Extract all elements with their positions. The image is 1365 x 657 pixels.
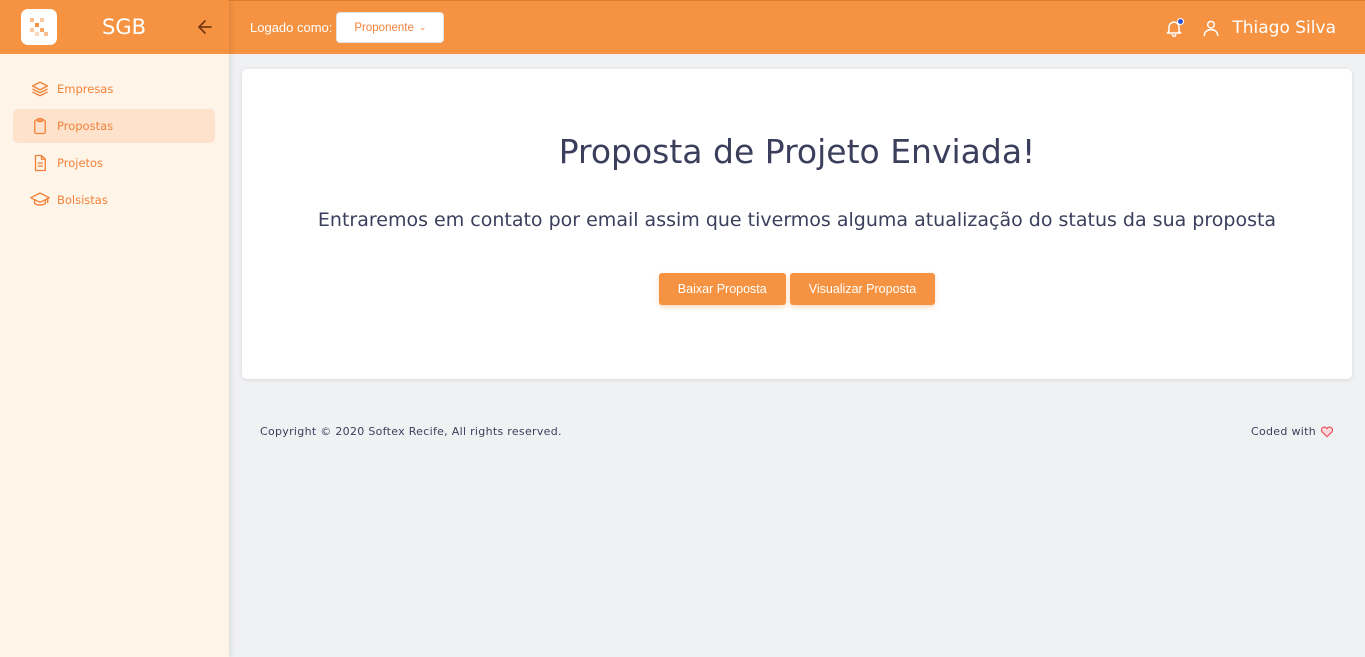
sidebar-item-label: Propostas [57, 119, 114, 133]
bell-icon[interactable] [1163, 17, 1185, 39]
coded-with: Coded with [1251, 425, 1334, 438]
sidebar-item-empresas[interactable]: Empresas [13, 72, 215, 106]
sidebar-item-label: Projetos [57, 156, 104, 170]
user-icon[interactable] [1200, 17, 1222, 39]
brand-bar: SGB [0, 0, 229, 54]
user-area: Thiago Silva [1163, 17, 1365, 39]
copyright-text: Copyright © 2020 Softex Recife, All righ… [260, 425, 562, 438]
logged-as-label: Logado como: [250, 20, 333, 35]
view-proposal-button[interactable]: Visualizar Proposta [789, 273, 936, 305]
sidebar-item-projetos[interactable]: Projetos [13, 146, 215, 180]
sidebar: SGB Empresas Propostas Projetos Bolsista… [0, 0, 229, 657]
graduation-cap-icon [30, 190, 50, 210]
sidebar-item-bolsistas[interactable]: Bolsistas [13, 183, 215, 217]
confirmation-message: Entraremos em contato por email assim qu… [317, 209, 1277, 231]
page-title: Proposta de Projeto Enviada! [558, 132, 1036, 171]
chevron-down-icon: ⌄ [418, 22, 427, 32]
footer: Copyright © 2020 Softex Recife, All righ… [260, 425, 1334, 438]
document-icon [30, 153, 50, 173]
sidebar-nav: Empresas Propostas Projetos Bolsistas [0, 54, 229, 217]
sidebar-item-propostas[interactable]: Propostas [13, 109, 215, 143]
download-proposal-button[interactable]: Baixar Proposta [658, 273, 786, 305]
sidebar-item-label: Empresas [57, 82, 114, 96]
top-bar: Logado como: Proponente ⌄ Thiago Silva [229, 0, 1365, 54]
brand-name: SGB [102, 15, 147, 39]
layers-icon [30, 79, 50, 99]
heart-icon [1320, 425, 1334, 438]
sidebar-item-label: Bolsistas [57, 193, 108, 207]
notification-dot [1177, 17, 1185, 25]
logo-icon[interactable] [21, 9, 57, 45]
arrow-left-icon[interactable] [191, 17, 219, 37]
action-buttons: Baixar Proposta Visualizar Proposta [242, 273, 1352, 305]
confirmation-card: Proposta de Projeto Enviada! Entraremos … [242, 69, 1352, 379]
user-name[interactable]: Thiago Silva [1232, 18, 1336, 38]
clipboard-icon [30, 116, 50, 136]
coded-with-label: Coded with [1251, 425, 1316, 438]
role-select[interactable]: Proponente ⌄ [336, 12, 445, 43]
role-select-value: Proponente [354, 21, 414, 34]
